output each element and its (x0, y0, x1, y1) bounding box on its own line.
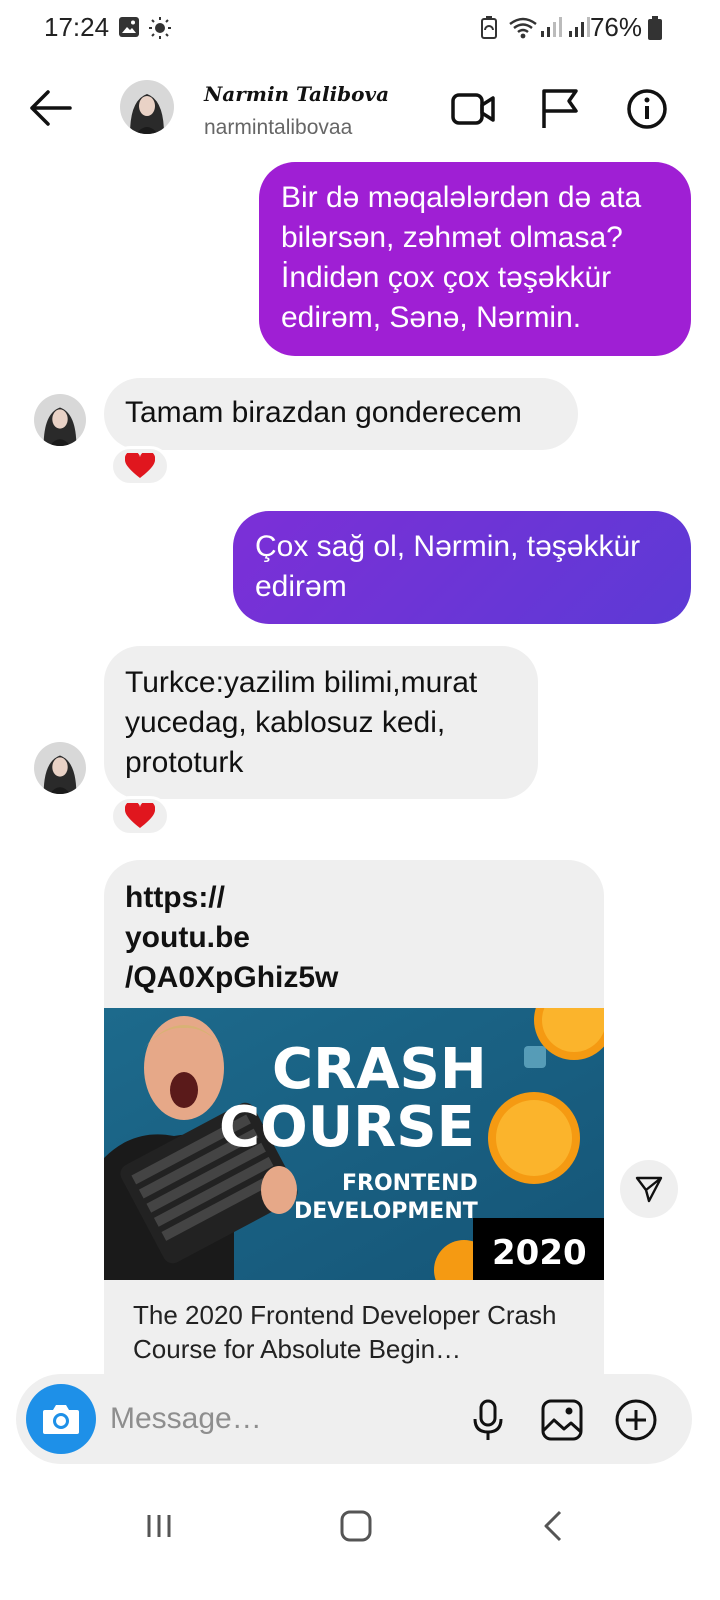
video-call-icon[interactable] (450, 88, 496, 130)
home-button[interactable] (331, 1504, 381, 1548)
heart-reaction[interactable] (110, 796, 170, 836)
back-icon (544, 1510, 562, 1542)
link-title[interactable]: The 2020 Frontend Developer Crash Course… (133, 1298, 583, 1366)
system-back-button[interactable] (528, 1504, 578, 1548)
back-arrow-icon[interactable] (26, 86, 76, 130)
camera-icon (43, 1405, 79, 1434)
profile-photo-icon (34, 742, 86, 794)
message-text: Bir də məqalələrdən də ata bilərsən, zəh… (281, 181, 642, 334)
heart-icon (125, 453, 155, 478)
message-text: Çox sağ ol, Nərmin, təşəkkür edirəm (255, 530, 641, 603)
sender-avatar[interactable] (34, 742, 86, 794)
thumbnail-subtitle-line1: FRONTEND (342, 1171, 478, 1196)
recent-apps-icon (147, 1515, 171, 1537)
contact-display-name[interactable]: Narmin Talibova (204, 82, 389, 106)
incoming-message[interactable]: Tamam birazdan gonderecem (104, 378, 578, 450)
thumbnail-title-line2: COURSE (219, 1095, 475, 1160)
chat-header: Narmin Talibova narmintalibovaa (0, 68, 720, 148)
info-icon[interactable] (624, 88, 670, 130)
profile-photo-icon (120, 80, 174, 134)
gallery-icon (119, 17, 139, 37)
camera-button[interactable] (26, 1384, 96, 1454)
system-nav-bar (0, 1482, 720, 1572)
video-thumbnail[interactable]: CRASH COURSE FRONTEND DEVELOPMENT 2020 (104, 980, 604, 1300)
heart-reaction[interactable] (110, 446, 170, 486)
message-text: Turkce:yazilim bilimi,murat yucedag, kab… (125, 666, 478, 779)
thumbnail-year: 2020 (492, 1233, 587, 1273)
brightness-icon (149, 17, 171, 39)
contact-username[interactable]: narmintalibovaa (204, 116, 352, 140)
recent-apps-button[interactable] (134, 1504, 184, 1548)
link-preview-card[interactable]: https:// youtu.be /QA0XpGhiz5w CRASH COU… (104, 860, 604, 1380)
thumbnail-subtitle-line2: DEVELOPMENT (294, 1199, 478, 1224)
battery-icon (648, 16, 662, 40)
flag-icon[interactable] (538, 88, 584, 130)
microphone-icon[interactable] (466, 1398, 510, 1442)
message-text: Tamam birazdan gonderecem (125, 396, 522, 429)
outgoing-message[interactable]: Çox sağ ol, Nərmin, təşəkkür edirəm (233, 511, 691, 624)
thumbnail-image: CRASH COURSE FRONTEND DEVELOPMENT 2020 (104, 980, 604, 1300)
profile-photo-icon (34, 394, 86, 446)
message-composer (16, 1374, 692, 1464)
share-button[interactable] (620, 1160, 678, 1218)
home-icon (340, 1510, 372, 1542)
wifi-icon (509, 17, 537, 39)
thumbnail-title-line1: CRASH (272, 1037, 487, 1102)
link-url[interactable]: https:// youtu.be /QA0XpGhiz5w (125, 878, 338, 998)
status-bar: 17:24 76% (0, 0, 720, 58)
status-time: 17:24 (44, 12, 110, 42)
signal-icon (541, 17, 562, 37)
battery-saver-icon (481, 16, 497, 39)
signal-icon (569, 17, 590, 37)
sender-avatar[interactable] (34, 394, 86, 446)
plus-circle-icon[interactable] (614, 1398, 658, 1442)
send-icon (635, 1176, 663, 1203)
message-input[interactable] (110, 1394, 450, 1444)
heart-icon (125, 803, 155, 828)
incoming-message[interactable]: Turkce:yazilim bilimi,murat yucedag, kab… (104, 646, 538, 799)
outgoing-message[interactable]: Bir də məqalələrdən də ata bilərsən, zəh… (259, 162, 691, 356)
battery-percent: 76% (589, 12, 642, 42)
avatar[interactable] (120, 80, 174, 134)
image-icon[interactable] (540, 1398, 584, 1442)
